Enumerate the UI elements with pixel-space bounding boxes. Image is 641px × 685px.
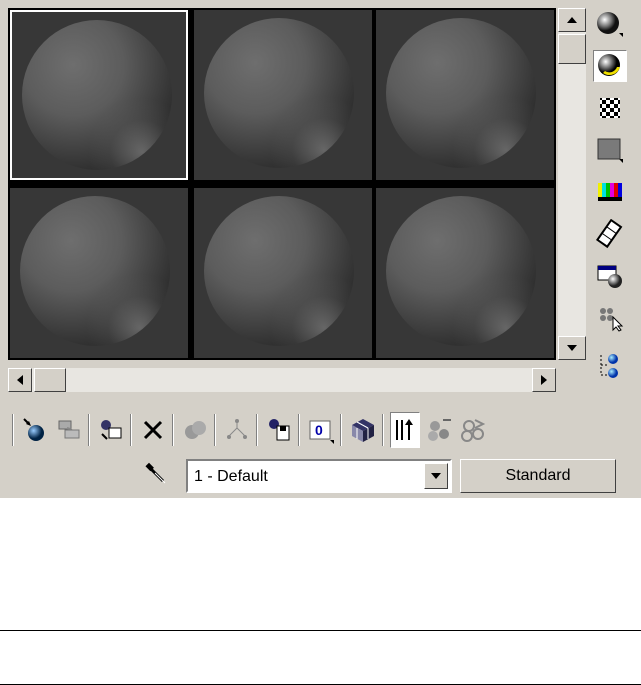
select-by-material-icon bbox=[600, 308, 624, 332]
put-to-scene-icon bbox=[58, 420, 80, 439]
show-end-result-button[interactable] bbox=[390, 412, 420, 448]
material-editor-panel: 0 1 - Default Standard bbox=[0, 0, 641, 498]
go-forward-to-sibling-icon bbox=[461, 419, 486, 442]
checker-background-icon bbox=[600, 98, 620, 118]
arrow-up-icon bbox=[567, 17, 577, 23]
toolbar-separator bbox=[256, 414, 258, 446]
scroll-down-button[interactable] bbox=[558, 336, 586, 360]
scroll-thumb[interactable] bbox=[34, 368, 66, 392]
material-sphere-preview bbox=[386, 18, 536, 168]
get-material-icon bbox=[23, 418, 44, 441]
scroll-thumb[interactable] bbox=[558, 34, 586, 64]
backlight-icon bbox=[598, 54, 620, 76]
sample-slot[interactable] bbox=[376, 188, 554, 358]
sample-slot[interactable] bbox=[376, 10, 554, 180]
material-navigator-icon bbox=[600, 354, 618, 378]
color-bars-icon bbox=[598, 183, 622, 201]
options-button[interactable] bbox=[593, 260, 627, 292]
go-forward-to-sibling-button[interactable] bbox=[458, 412, 488, 448]
chevron-down-icon bbox=[431, 473, 441, 479]
library-tree-icon bbox=[227, 419, 247, 439]
toolbar-separator bbox=[340, 414, 342, 446]
assign-to-selection-button[interactable] bbox=[96, 412, 126, 448]
material-navigator-button[interactable] bbox=[593, 350, 627, 382]
sample-type-icon bbox=[597, 12, 623, 37]
put-to-library-button[interactable] bbox=[222, 412, 252, 448]
sample-slot[interactable] bbox=[194, 188, 372, 358]
x-delete-icon bbox=[143, 420, 163, 440]
toolbar-separator bbox=[88, 414, 90, 446]
select-by-material-button[interactable] bbox=[593, 302, 627, 334]
go-to-parent-button[interactable] bbox=[424, 412, 454, 448]
sample-uv-tiling-button[interactable] bbox=[593, 134, 627, 166]
assign-to-selection-icon bbox=[101, 420, 122, 440]
make-unique-icon bbox=[185, 421, 206, 439]
material-type-button[interactable]: Standard bbox=[460, 459, 616, 493]
divider-line bbox=[0, 630, 641, 631]
material-sphere-preview bbox=[22, 20, 172, 170]
toolbar-separator bbox=[214, 414, 216, 446]
sample-slot[interactable] bbox=[10, 188, 188, 358]
get-material-button[interactable] bbox=[20, 412, 50, 448]
make-unique-button[interactable] bbox=[180, 412, 210, 448]
backlight-button[interactable] bbox=[593, 50, 627, 82]
options-icon bbox=[597, 265, 622, 288]
material-sphere-preview bbox=[20, 196, 170, 346]
make-preview-button[interactable] bbox=[593, 218, 627, 250]
material-name-value: 1 - Default bbox=[194, 468, 268, 485]
background-button[interactable] bbox=[593, 92, 627, 124]
show-map-in-viewport-button[interactable] bbox=[348, 412, 378, 448]
save-material-icon bbox=[269, 419, 290, 441]
toolbar-separator bbox=[130, 414, 132, 446]
toolbar-separator bbox=[12, 414, 14, 446]
channel-zero-icon: 0 bbox=[309, 420, 334, 444]
scroll-left-button[interactable] bbox=[8, 368, 32, 392]
show-end-result-icon bbox=[396, 419, 413, 440]
scroll-right-button[interactable] bbox=[532, 368, 556, 392]
checker-cube-icon bbox=[352, 419, 374, 442]
sample-slot[interactable] bbox=[194, 10, 372, 180]
toolbar-separator bbox=[382, 414, 384, 446]
go-to-parent-icon bbox=[428, 419, 451, 441]
pick-material-button[interactable] bbox=[140, 458, 174, 492]
reset-map-button[interactable] bbox=[138, 412, 168, 448]
scroll-up-button[interactable] bbox=[558, 8, 586, 32]
vertical-scrollbar[interactable] bbox=[558, 8, 586, 360]
video-color-check-button[interactable] bbox=[593, 176, 627, 208]
put-to-scene-button[interactable] bbox=[54, 412, 84, 448]
arrow-down-icon bbox=[567, 345, 577, 351]
sample-slots-grid bbox=[8, 8, 556, 360]
eyedropper-icon bbox=[145, 462, 166, 484]
effects-channel-button[interactable]: 0 bbox=[306, 412, 336, 448]
toolbar-separator bbox=[172, 414, 174, 446]
dropdown-arrow-button[interactable] bbox=[424, 463, 448, 489]
material-sphere-preview bbox=[204, 18, 354, 168]
arrow-left-icon bbox=[17, 375, 23, 385]
svg-text:0: 0 bbox=[315, 422, 323, 438]
material-name-dropdown[interactable]: 1 - Default bbox=[186, 459, 452, 493]
horizontal-scrollbar[interactable] bbox=[8, 368, 556, 392]
material-effects-channel-button[interactable] bbox=[264, 412, 294, 448]
material-sphere-preview bbox=[386, 196, 536, 346]
uv-tiling-icon bbox=[597, 138, 623, 163]
sample-type-button[interactable] bbox=[593, 8, 627, 40]
film-strip-icon bbox=[595, 219, 623, 249]
arrow-right-icon bbox=[541, 375, 547, 385]
material-sphere-preview bbox=[204, 196, 354, 346]
sample-slot[interactable] bbox=[10, 10, 188, 180]
toolbar-separator bbox=[298, 414, 300, 446]
